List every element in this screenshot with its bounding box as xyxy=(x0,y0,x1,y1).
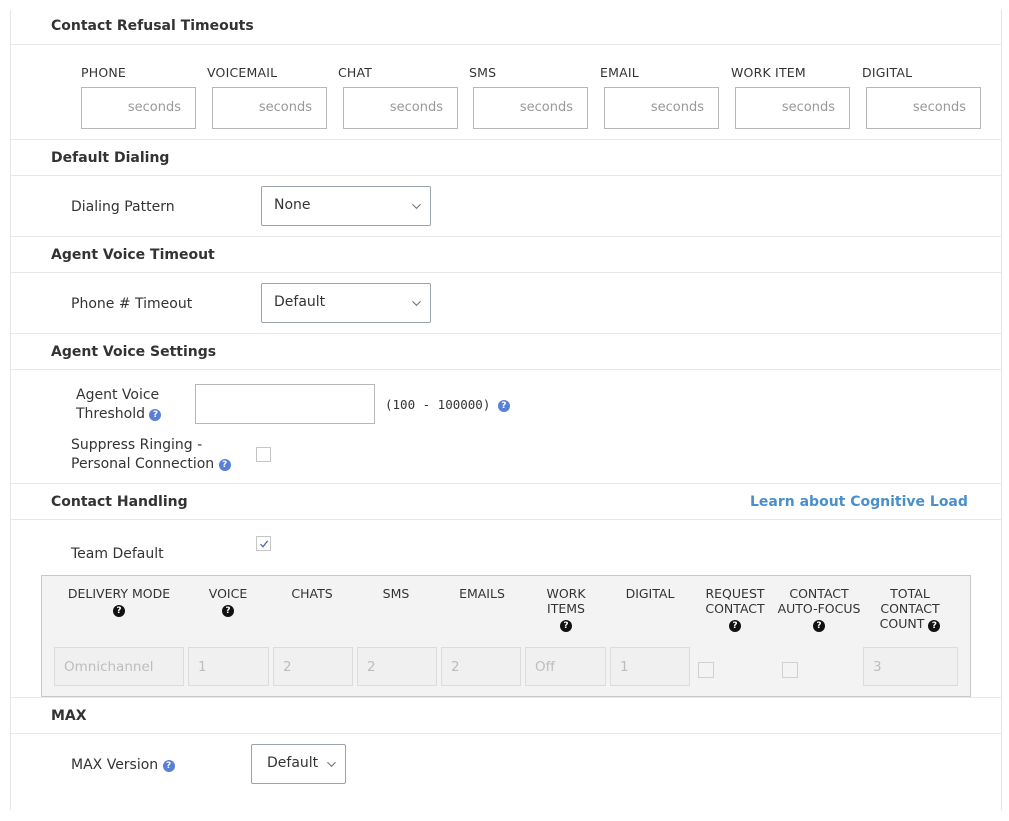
header-work-items: WORK ITEMS? xyxy=(546,586,586,632)
header-request-contact: REQUEST CONTACT? xyxy=(705,586,765,632)
learn-cognitive-load-link[interactable]: Learn about Cognitive Load xyxy=(750,494,968,510)
header-voice: VOICE? xyxy=(208,586,248,617)
max-version-label: MAX Version ? xyxy=(71,757,175,773)
request-contact-checkbox[interactable] xyxy=(698,662,714,678)
help-icon[interactable]: ? xyxy=(222,605,234,617)
help-icon[interactable]: ? xyxy=(729,620,741,632)
section-title-agent-voice-timeout: Agent Voice Timeout xyxy=(51,247,215,263)
col-label-chat: CHAT xyxy=(338,65,373,80)
divider xyxy=(11,175,1001,176)
agent-voice-threshold-input[interactable] xyxy=(195,384,375,424)
settings-panel: Contact Refusal Timeouts PHONE VOICEMAIL… xyxy=(10,10,1002,810)
email-timeout-input[interactable]: seconds xyxy=(604,87,719,129)
cell-emails[interactable]: 2 xyxy=(441,647,521,686)
select-value: Default xyxy=(274,294,326,310)
divider xyxy=(11,483,1001,484)
divider xyxy=(11,519,1001,520)
work-item-timeout-input[interactable]: seconds xyxy=(735,87,850,129)
col-label-digital: DIGITAL xyxy=(862,65,913,80)
chevron-down-icon xyxy=(412,300,421,307)
contact-autofocus-checkbox[interactable] xyxy=(782,662,798,678)
digital-timeout-input[interactable]: seconds xyxy=(866,87,981,129)
help-icon[interactable]: ? xyxy=(149,409,162,421)
col-label-phone: PHONE xyxy=(81,65,127,80)
cell-delivery-mode[interactable]: Omnichannel xyxy=(54,647,184,686)
col-label-voicemail: VOICEMAIL xyxy=(207,65,278,80)
cognitive-load-table: DELIVERY MODE? VOICE? CHATS SMS EMAILS W… xyxy=(41,575,971,697)
help-icon[interactable]: ? xyxy=(497,400,510,412)
placeholder: seconds xyxy=(781,100,835,115)
suppress-ringing-checkbox[interactable] xyxy=(256,447,271,462)
voicemail-timeout-input[interactable]: seconds xyxy=(212,87,327,129)
agent-voice-threshold-label-line1: Agent Voice xyxy=(76,387,160,403)
help-icon[interactable]: ? xyxy=(813,620,825,632)
sms-timeout-input[interactable]: seconds xyxy=(473,87,588,129)
divider xyxy=(11,236,1001,237)
phone-timeout-label: Phone # Timeout xyxy=(71,296,193,312)
placeholder: seconds xyxy=(650,100,704,115)
cell-voice[interactable]: 1 xyxy=(188,647,269,686)
divider xyxy=(11,139,1001,140)
section-title-default-dialing: Default Dialing xyxy=(51,150,170,166)
header-digital: DIGITAL xyxy=(625,586,675,601)
cell-chats[interactable]: 2 xyxy=(273,647,353,686)
col-label-sms: SMS xyxy=(469,65,497,80)
chat-timeout-input[interactable]: seconds xyxy=(343,87,458,129)
help-icon[interactable]: ? xyxy=(162,760,175,772)
chevron-down-icon xyxy=(412,203,421,210)
suppress-ringing-label-line2: Personal Connection ? xyxy=(71,456,231,472)
col-label-email: EMAIL xyxy=(600,65,639,80)
divider xyxy=(11,733,1001,734)
header-sms: SMS xyxy=(382,586,410,601)
dialing-pattern-select[interactable]: None xyxy=(261,186,431,226)
cell-work-items[interactable]: Off xyxy=(525,647,606,686)
placeholder: seconds xyxy=(127,100,181,115)
divider xyxy=(11,697,1001,698)
help-icon[interactable]: ? xyxy=(113,605,125,617)
divider xyxy=(11,272,1001,273)
agent-voice-threshold-label-line2: Threshold ? xyxy=(76,406,162,422)
section-title-agent-voice-settings: Agent Voice Settings xyxy=(51,344,217,360)
section-title-max: MAX xyxy=(51,708,87,724)
placeholder: seconds xyxy=(519,100,573,115)
divider xyxy=(11,44,1001,45)
placeholder: seconds xyxy=(389,100,443,115)
threshold-range-hint: (100 - 100000) ? xyxy=(385,397,510,412)
chevron-down-icon xyxy=(327,761,336,768)
section-title-contact-handling: Contact Handling xyxy=(51,494,188,510)
header-total-contact-count: TOTAL CONTACT COUNT ? xyxy=(879,586,941,632)
header-chats: CHATS xyxy=(291,586,333,601)
phone-timeout-select[interactable]: Default xyxy=(261,283,431,323)
cell-digital[interactable]: 1 xyxy=(610,647,690,686)
dialing-pattern-label: Dialing Pattern xyxy=(71,199,175,215)
select-value: Default xyxy=(267,755,319,771)
cell-total-contact-count[interactable]: 3 xyxy=(863,647,958,686)
phone-timeout-input[interactable]: seconds xyxy=(81,87,196,129)
header-delivery-mode: DELIVERY MODE? xyxy=(67,586,171,617)
header-emails: EMAILS xyxy=(459,586,505,601)
section-title-contact-refusal: Contact Refusal Timeouts xyxy=(51,18,254,34)
placeholder: seconds xyxy=(912,100,966,115)
team-default-checkbox[interactable] xyxy=(256,536,271,551)
select-value: None xyxy=(274,197,311,213)
help-icon[interactable]: ? xyxy=(928,620,941,632)
header-contact-autofocus: CONTACT AUTO-FOCUS? xyxy=(777,586,861,632)
divider xyxy=(11,369,1001,370)
max-version-select[interactable]: Default xyxy=(251,744,346,784)
placeholder: seconds xyxy=(258,100,312,115)
col-label-work-item: WORK ITEM xyxy=(731,65,806,80)
cell-sms[interactable]: 2 xyxy=(357,647,437,686)
team-default-label: Team Default xyxy=(71,546,164,562)
help-icon[interactable]: ? xyxy=(560,620,572,632)
checkmark-icon xyxy=(260,540,269,548)
help-icon[interactable]: ? xyxy=(218,459,231,471)
suppress-ringing-label-line1: Suppress Ringing - xyxy=(71,437,203,453)
divider xyxy=(11,333,1001,334)
